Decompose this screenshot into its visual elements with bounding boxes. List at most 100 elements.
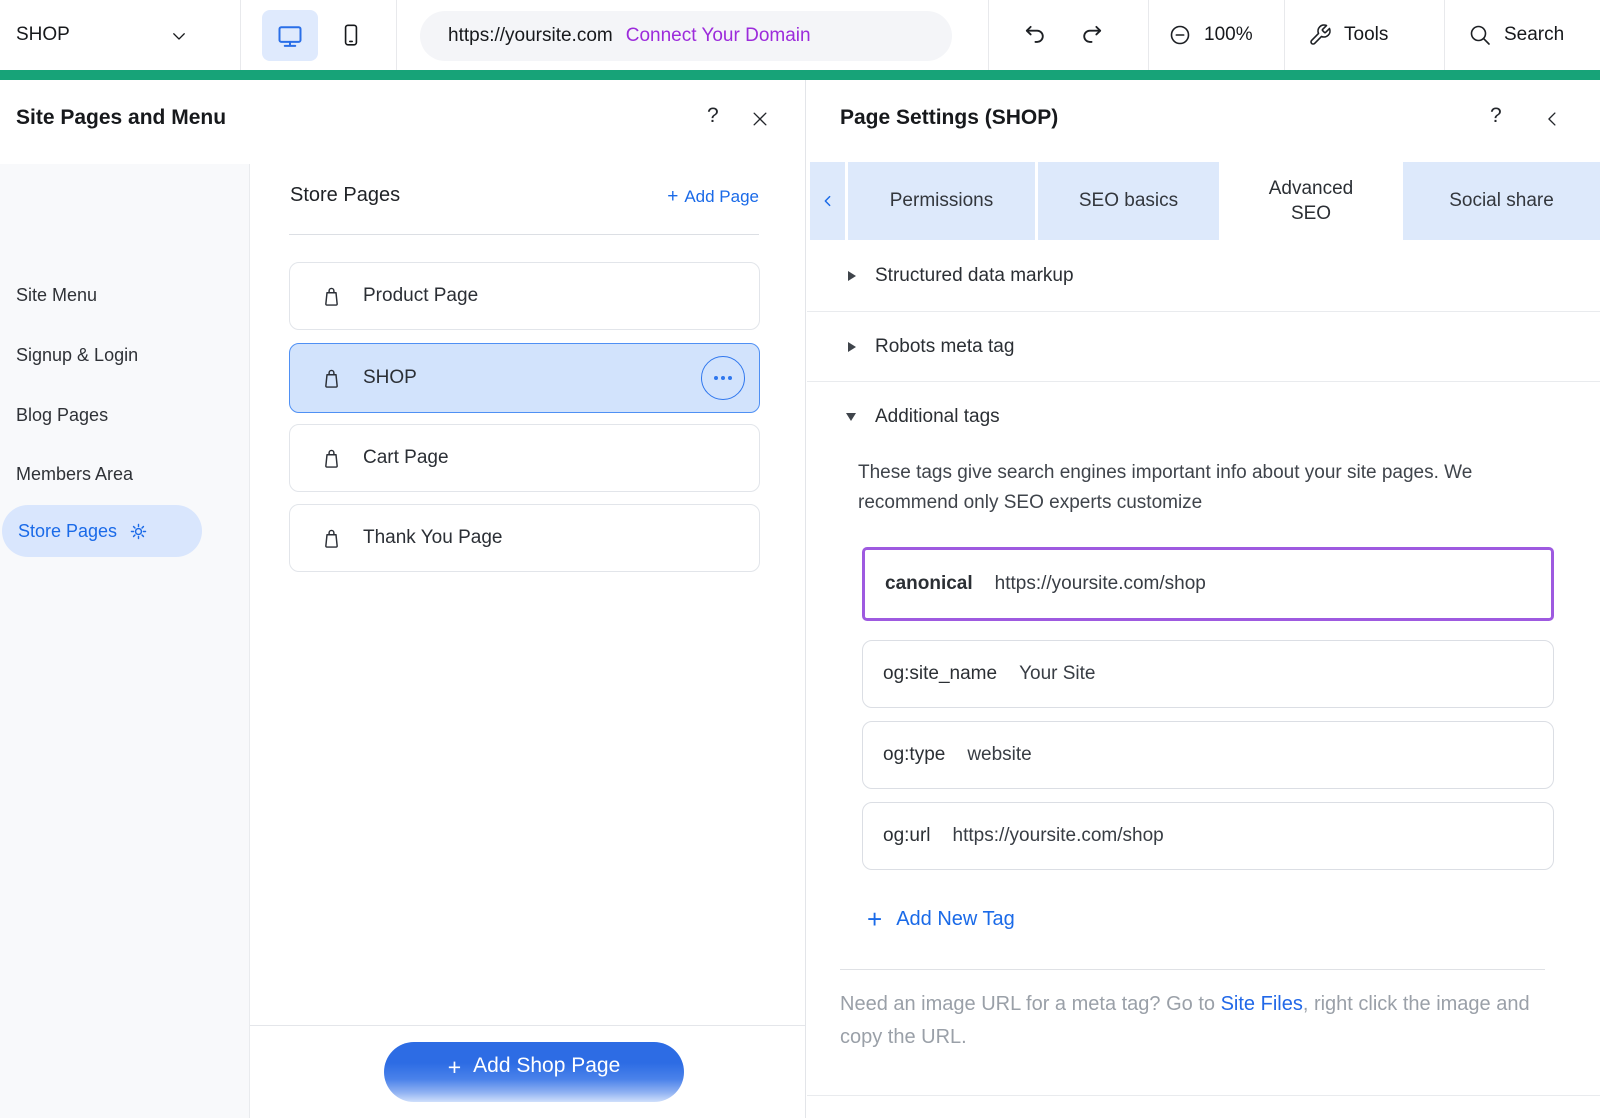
- search-icon: [1468, 23, 1492, 47]
- sidebar-item-signup-login[interactable]: Signup & Login: [16, 345, 138, 366]
- collapsed-arrow-icon: [848, 342, 856, 352]
- desktop-view-button[interactable]: [262, 10, 318, 61]
- tools-label: Tools: [1344, 24, 1388, 46]
- store-pages-title: Store Pages: [290, 184, 400, 207]
- tools-button[interactable]: Tools: [1308, 0, 1388, 70]
- redo-icon: [1079, 22, 1105, 48]
- wix-editor-screen: SHOP https://yoursite.com Connect Your D…: [0, 0, 1600, 1118]
- pages-sidebar: Site Menu Signup & Login Blog Pages Memb…: [0, 164, 250, 1118]
- tag-name: canonical: [885, 573, 973, 595]
- add-new-tag-button[interactable]: + Add New Tag: [867, 906, 1015, 932]
- zoom-level: 100%: [1204, 24, 1253, 46]
- wrench-icon: [1308, 23, 1332, 47]
- section-robots-meta-tag[interactable]: Robots meta tag: [807, 312, 1600, 382]
- tag-field-canonical[interactable]: canonical https://yoursite.com/shop: [862, 547, 1554, 621]
- undo-icon: [1022, 22, 1048, 48]
- page-item-shop[interactable]: SHOP: [289, 343, 760, 413]
- sidebar-item-site-menu[interactable]: Site Menu: [16, 285, 97, 306]
- toolbar-divider: [396, 0, 397, 70]
- section-label: Additional tags: [875, 406, 1000, 428]
- section-label: Structured data markup: [875, 265, 1074, 287]
- section-divider: [840, 969, 1545, 970]
- site-pages-panel: Site Pages and Menu ? Site Menu Signup &…: [0, 80, 806, 1118]
- sidebar-item-blog-pages[interactable]: Blog Pages: [16, 405, 108, 426]
- shopping-bag-icon: [320, 367, 343, 390]
- section-label: Robots meta tag: [875, 336, 1014, 358]
- plus-icon: +: [867, 906, 882, 932]
- tab-advanced-seo[interactable]: Advanced SEO: [1222, 162, 1400, 240]
- tag-value: website: [967, 744, 1031, 766]
- tag-name: og:site_name: [883, 663, 997, 685]
- site-url-bar: https://yoursite.com Connect Your Domain: [420, 11, 952, 61]
- tag-field-og-url[interactable]: og:url https://yoursite.com/shop: [862, 802, 1554, 870]
- mobile-icon: [338, 15, 364, 55]
- page-settings-panel: Page Settings (SHOP) ? Permissions SEO b…: [807, 80, 1600, 1118]
- toolbar-divider: [1284, 0, 1285, 70]
- redo-button[interactable]: [1079, 0, 1105, 70]
- add-shop-page-button[interactable]: + Add Shop Page: [384, 1042, 684, 1102]
- page-options-button[interactable]: [701, 356, 745, 400]
- sidebar-item-members-area[interactable]: Members Area: [16, 464, 133, 485]
- left-panel-title: Site Pages and Menu: [16, 106, 226, 130]
- tag-value: Your Site: [1019, 663, 1095, 685]
- shopping-bag-icon: [320, 527, 343, 550]
- page-item-label: Product Page: [363, 285, 478, 307]
- shopping-bag-icon: [320, 285, 343, 308]
- list-divider: [289, 234, 759, 235]
- section-additional-tags[interactable]: Additional tags: [807, 382, 1600, 452]
- note-text: Need an image URL for a meta tag? Go to: [840, 993, 1221, 1015]
- site-files-link[interactable]: Site Files: [1221, 993, 1303, 1015]
- tab-permissions[interactable]: Permissions: [848, 162, 1035, 240]
- search-button[interactable]: Search: [1468, 0, 1564, 70]
- collapse-chevron-icon[interactable]: [1543, 107, 1562, 131]
- additional-tags-description: These tags give search engines important…: [858, 458, 1490, 518]
- zoom-control[interactable]: 100%: [1168, 0, 1253, 70]
- tag-field-og-type[interactable]: og:type website: [862, 721, 1554, 789]
- panel-bottom-divider: [807, 1095, 1600, 1096]
- close-icon[interactable]: [750, 109, 770, 129]
- tab-seo-basics[interactable]: SEO basics: [1038, 162, 1219, 240]
- connect-domain-link[interactable]: Connect Your Domain: [626, 25, 811, 47]
- collapsed-arrow-icon: [848, 271, 856, 281]
- plus-icon: +: [448, 1054, 461, 1081]
- page-selector-label: SHOP: [16, 0, 70, 70]
- editor-accent-bar: [0, 70, 1600, 80]
- toolbar-divider: [988, 0, 989, 70]
- chevron-down-icon: [170, 27, 188, 45]
- add-new-tag-label: Add New Tag: [896, 908, 1015, 931]
- help-button[interactable]: ?: [1490, 104, 1502, 128]
- shopping-bag-icon: [320, 447, 343, 470]
- sidebar-item-store-pages[interactable]: Store Pages: [2, 505, 202, 557]
- page-item-label: Cart Page: [363, 447, 449, 469]
- page-item-thank-you-page[interactable]: Thank You Page: [289, 504, 760, 572]
- tag-name: og:type: [883, 744, 945, 766]
- help-button[interactable]: ?: [707, 104, 719, 128]
- mobile-view-button[interactable]: [332, 13, 370, 57]
- tabs-scroll-left-button[interactable]: [810, 162, 845, 240]
- tag-name: og:url: [883, 825, 931, 847]
- tag-value: https://yoursite.com/shop: [953, 825, 1164, 847]
- page-item-product-page[interactable]: Product Page: [289, 262, 760, 330]
- toolbar-divider: [240, 0, 241, 70]
- expanded-arrow-icon: [846, 413, 856, 421]
- gear-icon[interactable]: [129, 522, 148, 541]
- add-page-button[interactable]: + Add Page: [667, 186, 759, 208]
- footer-divider: [250, 1025, 805, 1026]
- undo-button[interactable]: [1022, 0, 1048, 70]
- tab-label: Advanced SEO: [1259, 176, 1363, 226]
- page-item-label: Thank You Page: [363, 527, 502, 549]
- page-item-cart-page[interactable]: Cart Page: [289, 424, 760, 492]
- plus-icon: +: [667, 186, 678, 207]
- search-label: Search: [1504, 24, 1564, 46]
- right-panel-title: Page Settings (SHOP): [840, 106, 1058, 130]
- desktop-icon: [276, 22, 304, 50]
- zoom-out-icon: [1168, 23, 1192, 47]
- page-selector-dropdown[interactable]: SHOP: [0, 0, 240, 70]
- section-structured-data-markup[interactable]: Structured data markup: [807, 240, 1600, 312]
- add-shop-page-label: Add Shop Page: [473, 1054, 620, 1078]
- tag-field-og-site-name[interactable]: og:site_name Your Site: [862, 640, 1554, 708]
- tab-social-share[interactable]: Social share: [1403, 162, 1600, 240]
- top-toolbar: SHOP https://yoursite.com Connect Your D…: [0, 0, 1600, 70]
- tag-value: https://yoursite.com/shop: [995, 573, 1206, 595]
- add-page-label: Add Page: [684, 187, 759, 206]
